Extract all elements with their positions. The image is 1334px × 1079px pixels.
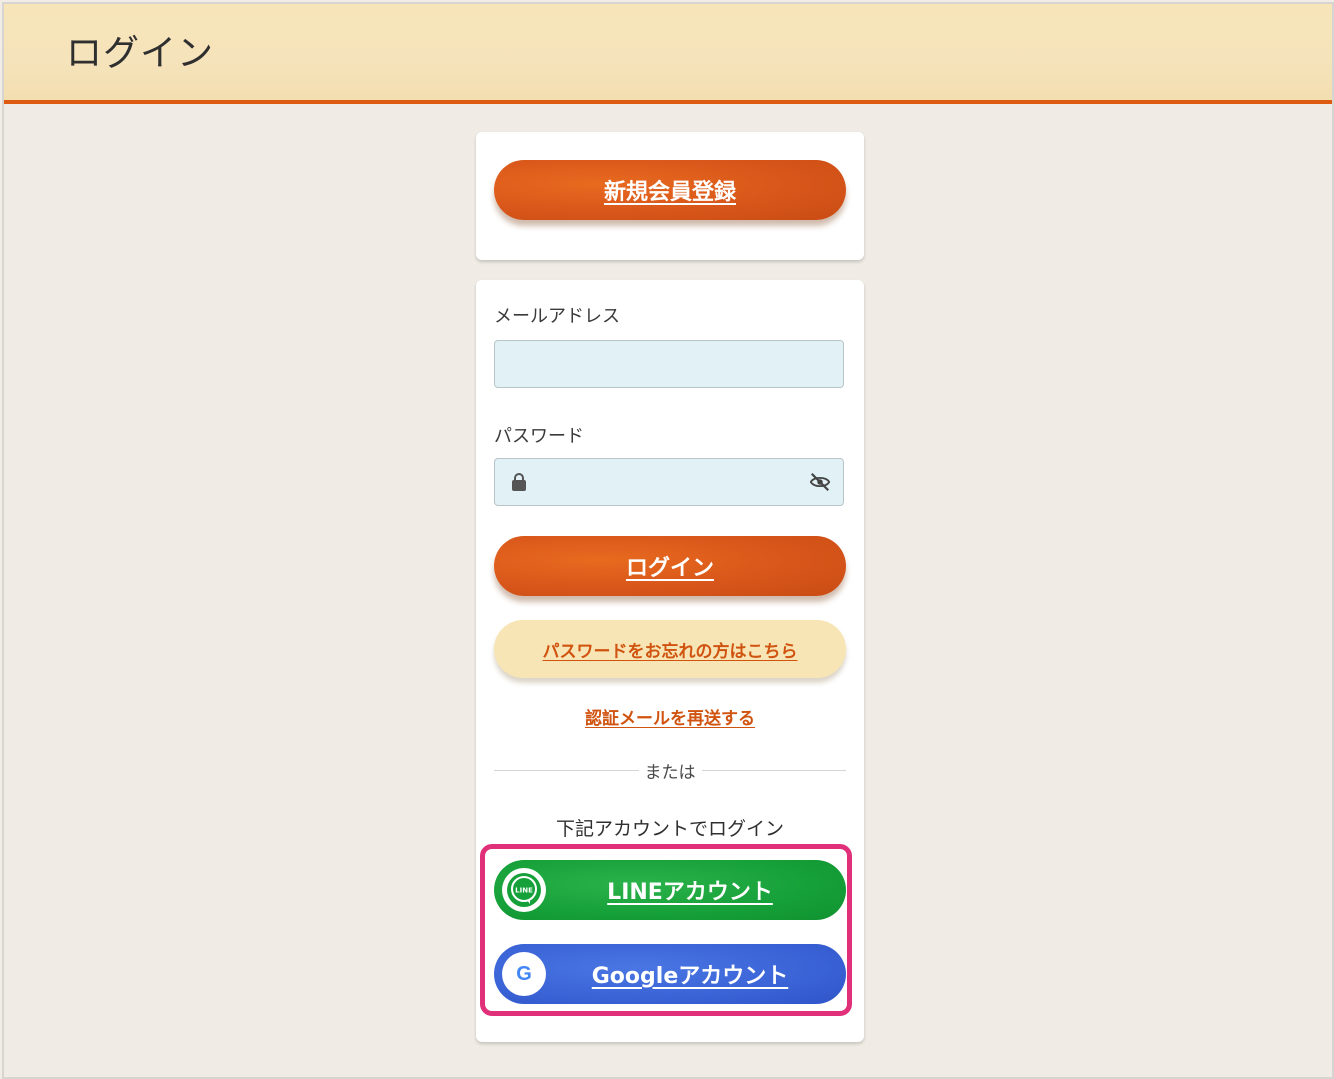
line-icon: LINE [502,868,546,912]
divider-text-wrap: または [494,758,846,783]
forgot-password-button[interactable]: パスワードをお忘れの方はこちら [494,620,846,678]
page-frame: ログイン 新規会員登録 メールアドレス パスワード ログイン パスワードをお忘れ… [2,2,1334,1079]
social-login-caption: 下記アカウントでログイン [555,818,784,840]
or-divider: または [494,758,846,783]
eye-off-icon[interactable] [809,471,831,493]
divider-text: または [638,763,702,783]
line-icon-text: LINE [515,887,533,895]
password-label: パスワード [494,426,584,447]
google-logo-svg: G [516,963,532,985]
login-card: メールアドレス パスワード ログイン パスワードをお忘れの方はこちら 認証メール… [476,280,864,1042]
line-login-button[interactable]: LINE LINEアカウント [494,860,846,920]
register-button-label: 新規会員登録 [603,180,736,205]
resend-verification-link[interactable]: 認証メールを再送する [476,704,864,729]
page-header: ログイン [4,4,1332,104]
password-input[interactable] [494,458,844,506]
page-title: ログイン [66,33,215,74]
register-button[interactable]: 新規会員登録 [494,160,846,220]
login-button-label: ログイン [625,556,714,581]
login-button[interactable]: ログイン [494,536,846,596]
line-logo-svg: LINE [507,873,541,907]
google-icon-text: G [516,963,532,985]
register-card: 新規会員登録 [476,132,864,260]
line-login-label: LINEアカウント [607,880,773,905]
google-login-button[interactable]: G Googleアカウント [494,944,846,1004]
google-icon: G [502,952,546,996]
lock-icon [512,473,526,491]
email-input[interactable] [494,340,844,388]
email-label: メールアドレス [494,306,620,327]
forgot-password-label: パスワードをお忘れの方はこちら [542,641,798,662]
google-login-label: Googleアカウント [591,964,789,989]
